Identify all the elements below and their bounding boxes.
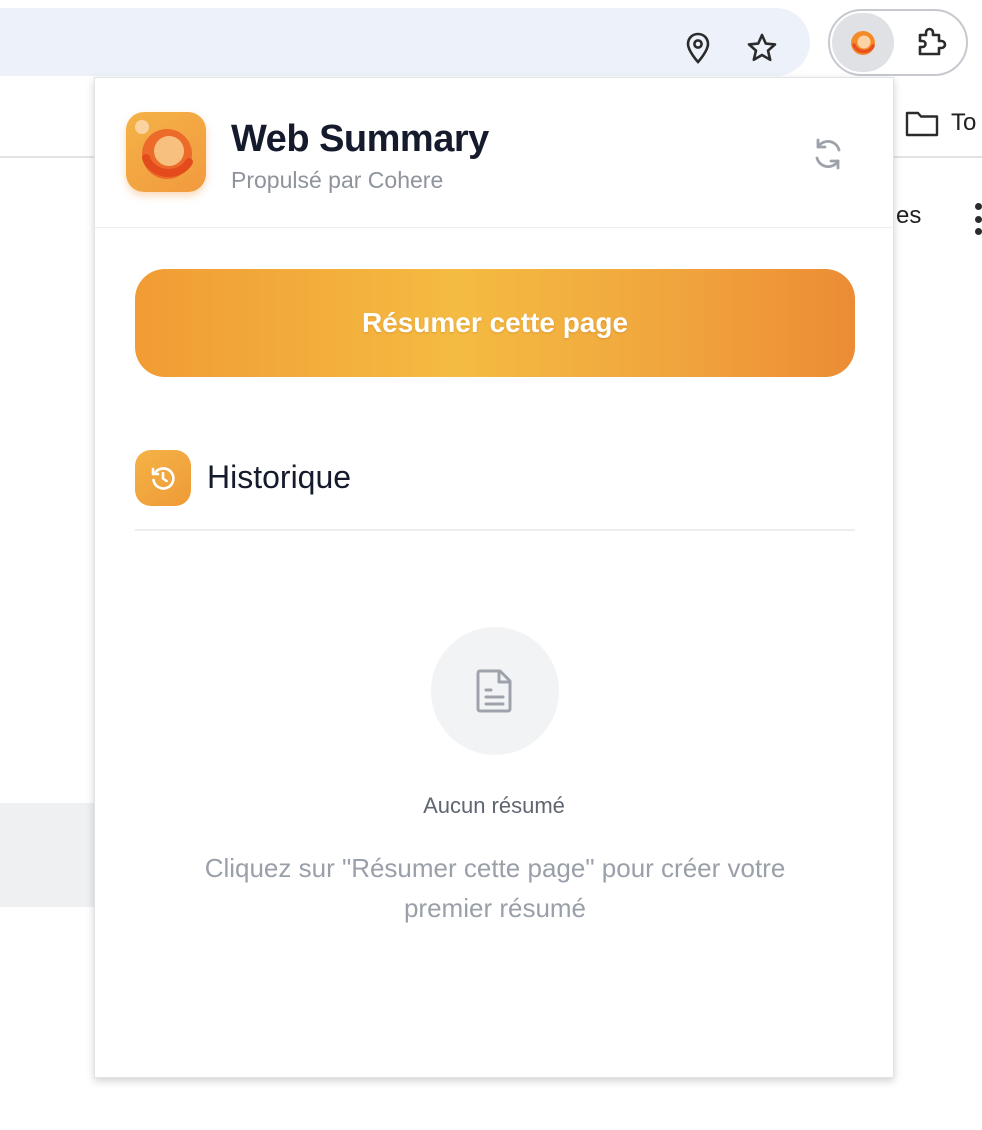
history-icon: [135, 450, 191, 506]
extensions-puzzle-button[interactable]: [914, 25, 948, 59]
app-title: Web Summary: [231, 118, 489, 160]
background-page-panel: [0, 803, 96, 907]
extensions-toolbar-group: [828, 9, 968, 76]
popup-header: Web Summary Propulsé par Cohere: [95, 78, 893, 228]
empty-state-description: Cliquez sur "Résumer cette page" pour cr…: [204, 853, 786, 923]
bookmark-star-icon[interactable]: [746, 32, 778, 64]
app-subtitle: Propulsé par Cohere: [231, 167, 444, 193]
summarize-page-button[interactable]: Résumer cette page: [135, 269, 855, 377]
extensions-puzzle-icon: [918, 27, 947, 56]
empty-state-title: Aucun résumé: [423, 793, 565, 818]
bookmark-folder-label: To: [951, 109, 977, 136]
web-summary-extension-icon: [851, 30, 875, 55]
web-summary-extension-button[interactable]: [832, 13, 894, 72]
empty-state-illustration: [431, 627, 559, 755]
history-title: Historique: [207, 459, 352, 495]
folder-icon: [905, 111, 939, 137]
document-icon: [476, 669, 512, 713]
extension-popup: Web Summary Propulsé par Cohere Résumer …: [94, 77, 894, 1078]
refresh-button[interactable]: [807, 133, 849, 175]
history-section-header: Historique: [135, 449, 855, 531]
address-bar[interactable]: [0, 8, 810, 76]
background-more-icon[interactable]: [975, 203, 982, 235]
location-pin-icon[interactable]: [682, 32, 714, 64]
bookmark-folder[interactable]: To: [905, 108, 976, 138]
background-page-text: es: [896, 202, 922, 229]
refresh-icon: [815, 138, 841, 170]
app-logo-icon: [126, 112, 206, 192]
